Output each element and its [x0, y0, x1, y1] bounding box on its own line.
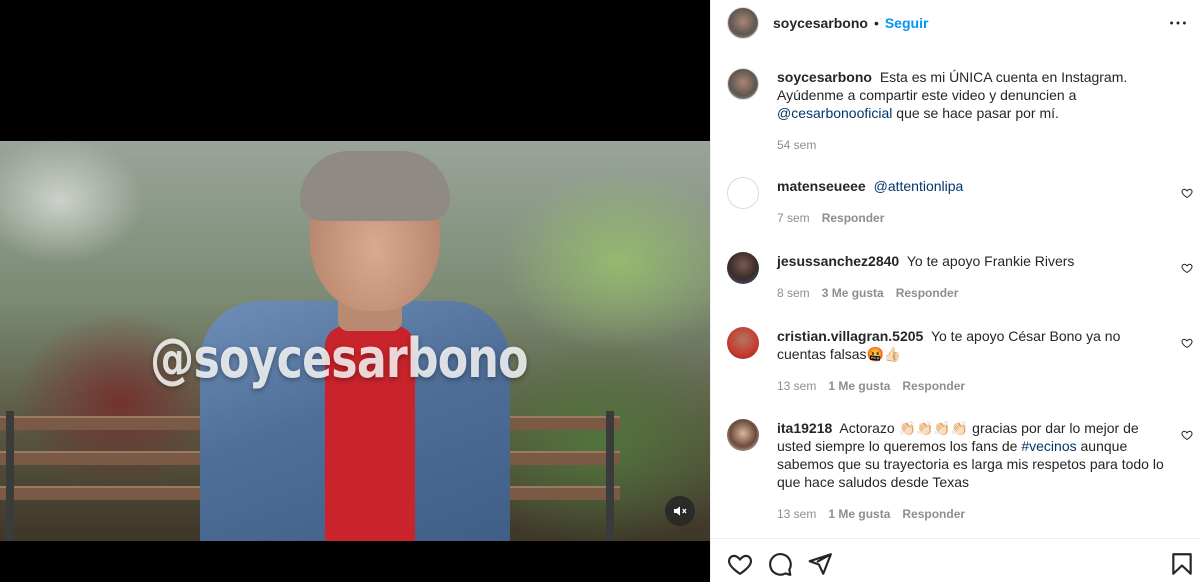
post-caption: soycesarbono Esta es mi ÚNICA cuenta en … — [727, 68, 1187, 154]
bench-slat — [495, 416, 620, 430]
caption-username[interactable]: soycesarbono — [777, 69, 872, 85]
comment-username[interactable]: matenseueee — [777, 178, 866, 194]
comment-body: matenseueee @attentionlipa 7 sem Respond… — [777, 177, 1169, 227]
video-watermark: @soycesarbono — [150, 327, 529, 390]
bookmark-icon[interactable] — [1169, 551, 1195, 577]
comment-time[interactable]: 8 sem — [777, 284, 810, 302]
comment-username[interactable]: ita19218 — [777, 420, 832, 436]
comment-item: ita19218 Actorazo 👏🏻👏🏻👏🏻👏🏻 gracias por d… — [727, 419, 1193, 523]
like-comment-heart-icon[interactable] — [1181, 429, 1193, 441]
caption-meta: 54 sem — [777, 136, 1169, 154]
comment-like-count[interactable]: 1 Me gusta — [828, 505, 890, 523]
comment-time[interactable]: 13 sem — [777, 377, 816, 395]
instagram-post-modal: @soycesarbono soycesarbono • Seguir soyc… — [0, 0, 1200, 582]
bench-leg — [606, 411, 614, 541]
reply-button[interactable]: Responder — [902, 505, 965, 523]
media-pane: @soycesarbono — [0, 0, 710, 582]
follow-button[interactable]: Seguir — [885, 15, 929, 31]
bench-slat — [495, 451, 620, 465]
caption-mention[interactable]: @cesarbonooficial — [777, 105, 892, 121]
caption-body: soycesarbono Esta es mi ÚNICA cuenta en … — [777, 68, 1169, 154]
comment-mention[interactable]: @attentionlipa — [874, 178, 964, 194]
comment-text: Yo te apoyo Frankie Rivers — [906, 253, 1075, 269]
more-options-icon[interactable] — [1167, 12, 1189, 34]
comment-item: jesussanchez2840 Yo te apoyo Frankie Riv… — [727, 252, 1193, 302]
comment-item: cristian.villagran.5205 Yo te apoyo Césa… — [727, 327, 1193, 395]
share-icon[interactable] — [807, 551, 833, 577]
comment-body: jesussanchez2840 Yo te apoyo Frankie Riv… — [777, 252, 1169, 302]
post-video[interactable]: @soycesarbono — [0, 141, 710, 541]
caption-time[interactable]: 54 sem — [777, 136, 816, 154]
like-comment-heart-icon[interactable] — [1181, 187, 1193, 199]
comment-meta: 8 sem 3 Me gusta Responder — [777, 284, 1169, 302]
avatar[interactable] — [727, 177, 759, 209]
hair — [300, 151, 450, 221]
reply-button[interactable]: Responder — [902, 377, 965, 395]
comment-item: matenseueee @attentionlipa 7 sem Respond… — [727, 177, 1193, 227]
comment-username[interactable]: cristian.villagran.5205 — [777, 328, 923, 344]
avatar[interactable] — [727, 68, 759, 100]
comment-meta: 13 sem 1 Me gusta Responder — [777, 505, 1169, 523]
like-comment-heart-icon[interactable] — [1181, 262, 1193, 274]
muted-speaker-icon — [674, 506, 687, 516]
post-header: soycesarbono • Seguir — [711, 0, 1200, 46]
avatar[interactable] — [727, 327, 759, 359]
avatar[interactable] — [727, 252, 759, 284]
bench-slat — [0, 416, 200, 430]
comment-time[interactable]: 13 sem — [777, 505, 816, 523]
comment-hashtag[interactable]: #vecinos — [1021, 438, 1076, 454]
bench-slat — [0, 451, 200, 465]
like-comment-heart-icon[interactable] — [1181, 337, 1193, 349]
heart-icon[interactable] — [727, 551, 753, 577]
comment-time[interactable]: 7 sem — [777, 209, 810, 227]
comment-icon[interactable] — [767, 551, 793, 577]
comment-body: ita19218 Actorazo 👏🏻👏🏻👏🏻👏🏻 gracias por d… — [777, 419, 1169, 523]
bench-slat — [0, 486, 200, 500]
mute-toggle-button[interactable] — [665, 496, 695, 526]
bench-slat — [495, 486, 620, 500]
comment-username[interactable]: jesussanchez2840 — [777, 253, 899, 269]
reply-button[interactable]: Responder — [896, 284, 959, 302]
comment-meta: 7 sem Responder — [777, 209, 1169, 227]
bench-leg — [6, 411, 14, 541]
reply-button[interactable]: Responder — [822, 209, 885, 227]
separator-dot: • — [873, 15, 879, 31]
avatar[interactable] — [727, 419, 759, 451]
comment-like-count[interactable]: 1 Me gusta — [828, 377, 890, 395]
post-author-username[interactable]: soycesarbono — [773, 15, 868, 31]
post-side-panel: soycesarbono • Seguir soycesarbono Esta … — [710, 0, 1200, 582]
comment-meta: 13 sem 1 Me gusta Responder — [777, 377, 1169, 395]
avatar[interactable] — [727, 7, 759, 39]
caption-text-end: que se hace pasar por mí. — [896, 105, 1059, 121]
comment-like-count[interactable]: 3 Me gusta — [822, 284, 884, 302]
comment-body: cristian.villagran.5205 Yo te apoyo Césa… — [777, 327, 1169, 395]
post-action-bar — [711, 538, 1200, 582]
